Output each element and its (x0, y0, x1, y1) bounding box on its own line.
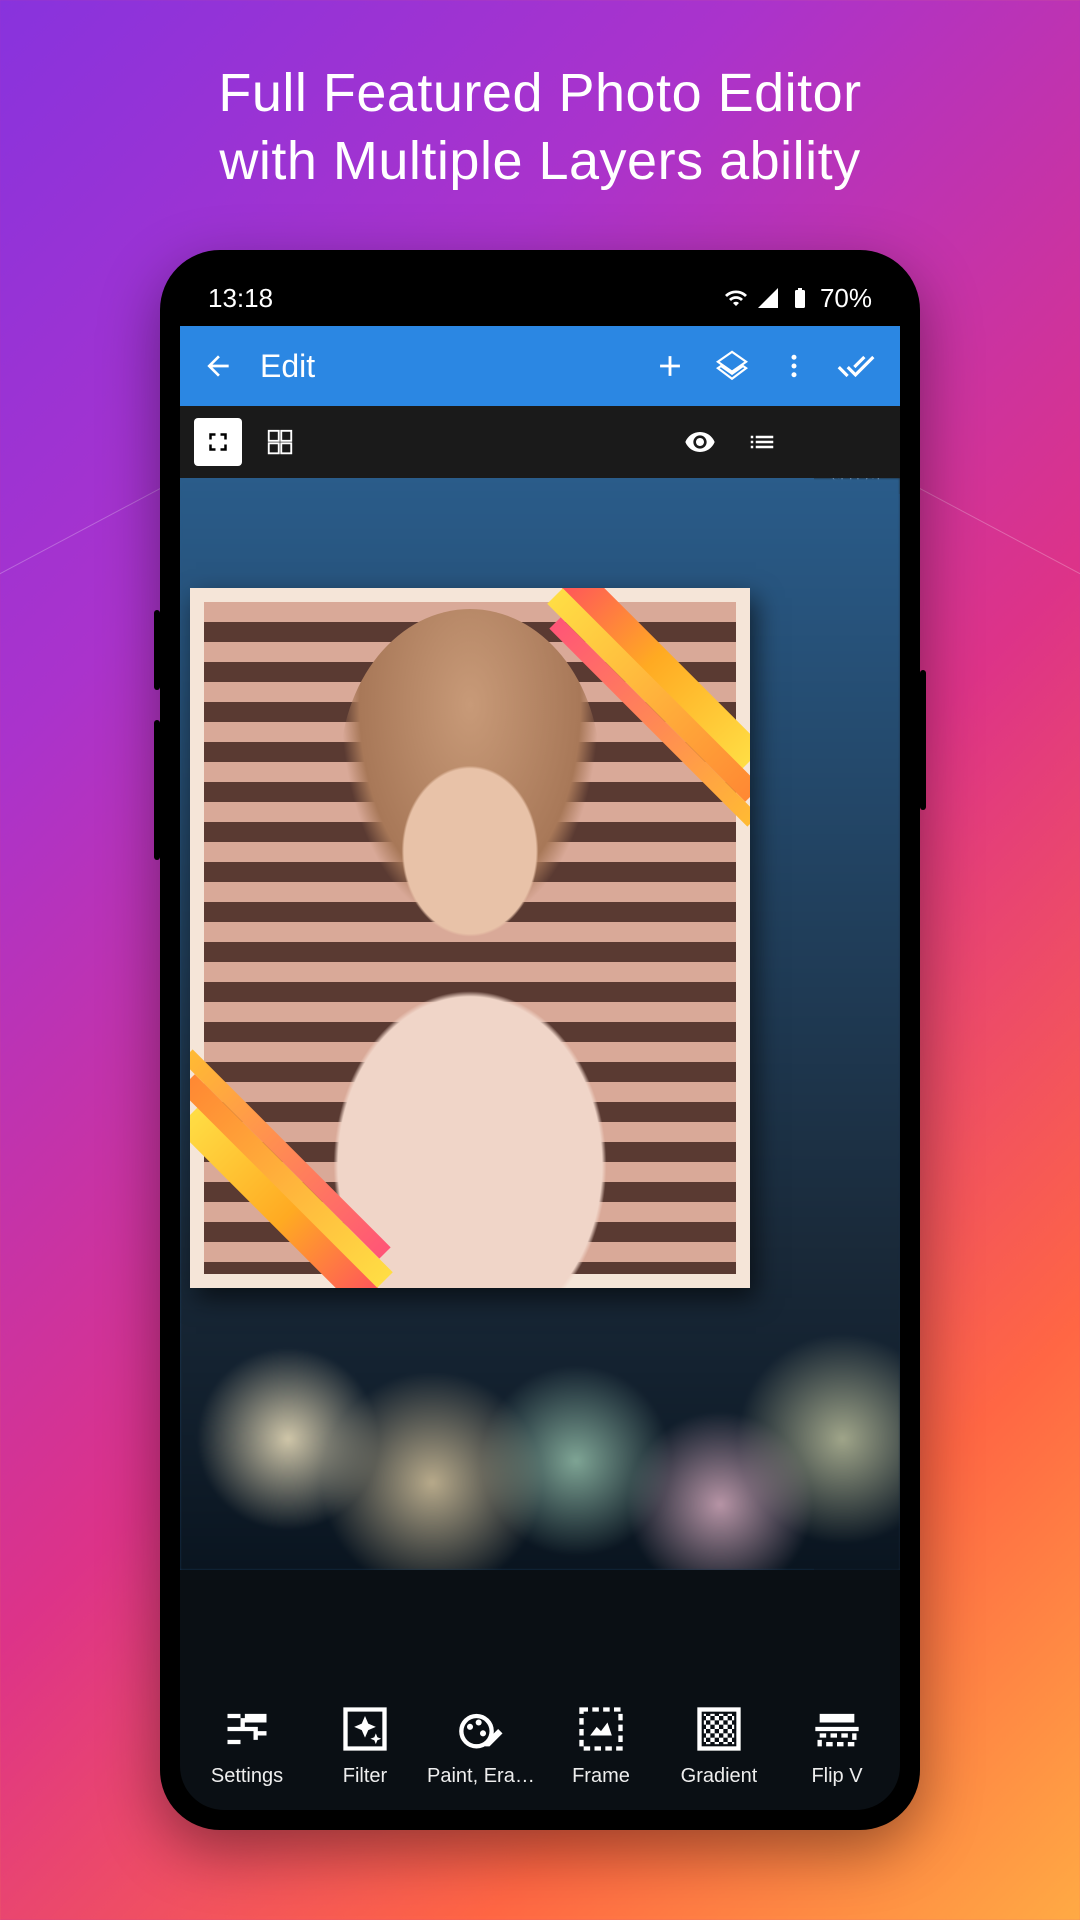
app-bar: Edit (180, 326, 900, 406)
fullscreen-button[interactable] (194, 418, 242, 466)
more-vert-icon (779, 351, 809, 381)
sub-toolbar (180, 406, 900, 478)
grid-button[interactable] (256, 418, 304, 466)
wifi-icon (724, 286, 748, 310)
tool-filter[interactable]: Filter (306, 1703, 424, 1788)
promo-line1: Full Featured Photo Editor (0, 60, 1080, 128)
main-canvas[interactable] (180, 478, 814, 1570)
back-button[interactable] (198, 350, 238, 382)
done-all-icon (837, 347, 875, 385)
page-title: Edit (260, 348, 634, 385)
gradient-icon (693, 1703, 745, 1755)
promo-headline: Full Featured Photo Editor with Multiple… (0, 0, 1080, 195)
done-button[interactable] (830, 347, 882, 385)
photo-layer[interactable] (190, 588, 750, 1288)
tool-gradient[interactable]: Gradient (660, 1703, 778, 1788)
promo-line2: with Multiple Layers ability (0, 128, 1080, 196)
list-button[interactable] (738, 418, 786, 466)
tool-label: Frame (572, 1765, 630, 1788)
tool-frame[interactable]: Frame (542, 1703, 660, 1788)
eye-icon (684, 426, 716, 458)
bottom-toolbar: Settings Filter Paint, Erase,... Frame (180, 1680, 900, 1810)
frame-icon (575, 1703, 627, 1755)
canvas-area: SELECT LAYERS pic shadow (180, 478, 900, 1570)
more-button[interactable] (768, 351, 820, 381)
palette-brush-icon (457, 1703, 509, 1755)
sparkle-icon (339, 1703, 391, 1755)
add-button[interactable] (644, 349, 696, 383)
signal-icon (756, 286, 780, 310)
tool-settings[interactable]: Settings (188, 1703, 306, 1788)
layers-icon (715, 349, 749, 383)
sliders-icon (221, 1703, 273, 1755)
grid-icon (265, 427, 295, 457)
plus-icon (653, 349, 687, 383)
tool-paint[interactable]: Paint, Erase,... (424, 1703, 542, 1788)
layers-button[interactable] (706, 349, 758, 383)
arrow-left-icon (202, 350, 234, 382)
status-indicators: 70% (724, 283, 872, 314)
tool-label: Settings (211, 1765, 283, 1788)
frame-corner (554, 588, 750, 784)
tool-flip-v[interactable]: Flip V (778, 1703, 896, 1788)
phone-side-button (920, 670, 926, 810)
expand-icon (203, 427, 233, 457)
flip-vertical-icon (811, 1703, 863, 1755)
spacer-strip (180, 1570, 900, 1680)
tool-label: Gradient (681, 1765, 758, 1788)
battery-icon (788, 286, 812, 310)
phone-screen: 13:18 70% Edit (180, 270, 900, 1810)
tool-label: Flip V (811, 1765, 862, 1788)
phone-frame: 13:18 70% Edit (160, 250, 920, 1830)
status-bar: 13:18 70% (180, 270, 900, 326)
list-icon (747, 427, 777, 457)
status-time: 13:18 (208, 283, 273, 314)
tool-label: Paint, Erase,... (427, 1765, 539, 1788)
visibility-button[interactable] (676, 418, 724, 466)
tool-label: Filter (343, 1765, 387, 1788)
phone-side-button (154, 720, 160, 860)
phone-side-button (154, 610, 160, 690)
battery-percent: 70% (820, 283, 872, 314)
frame-corner (190, 1092, 386, 1288)
